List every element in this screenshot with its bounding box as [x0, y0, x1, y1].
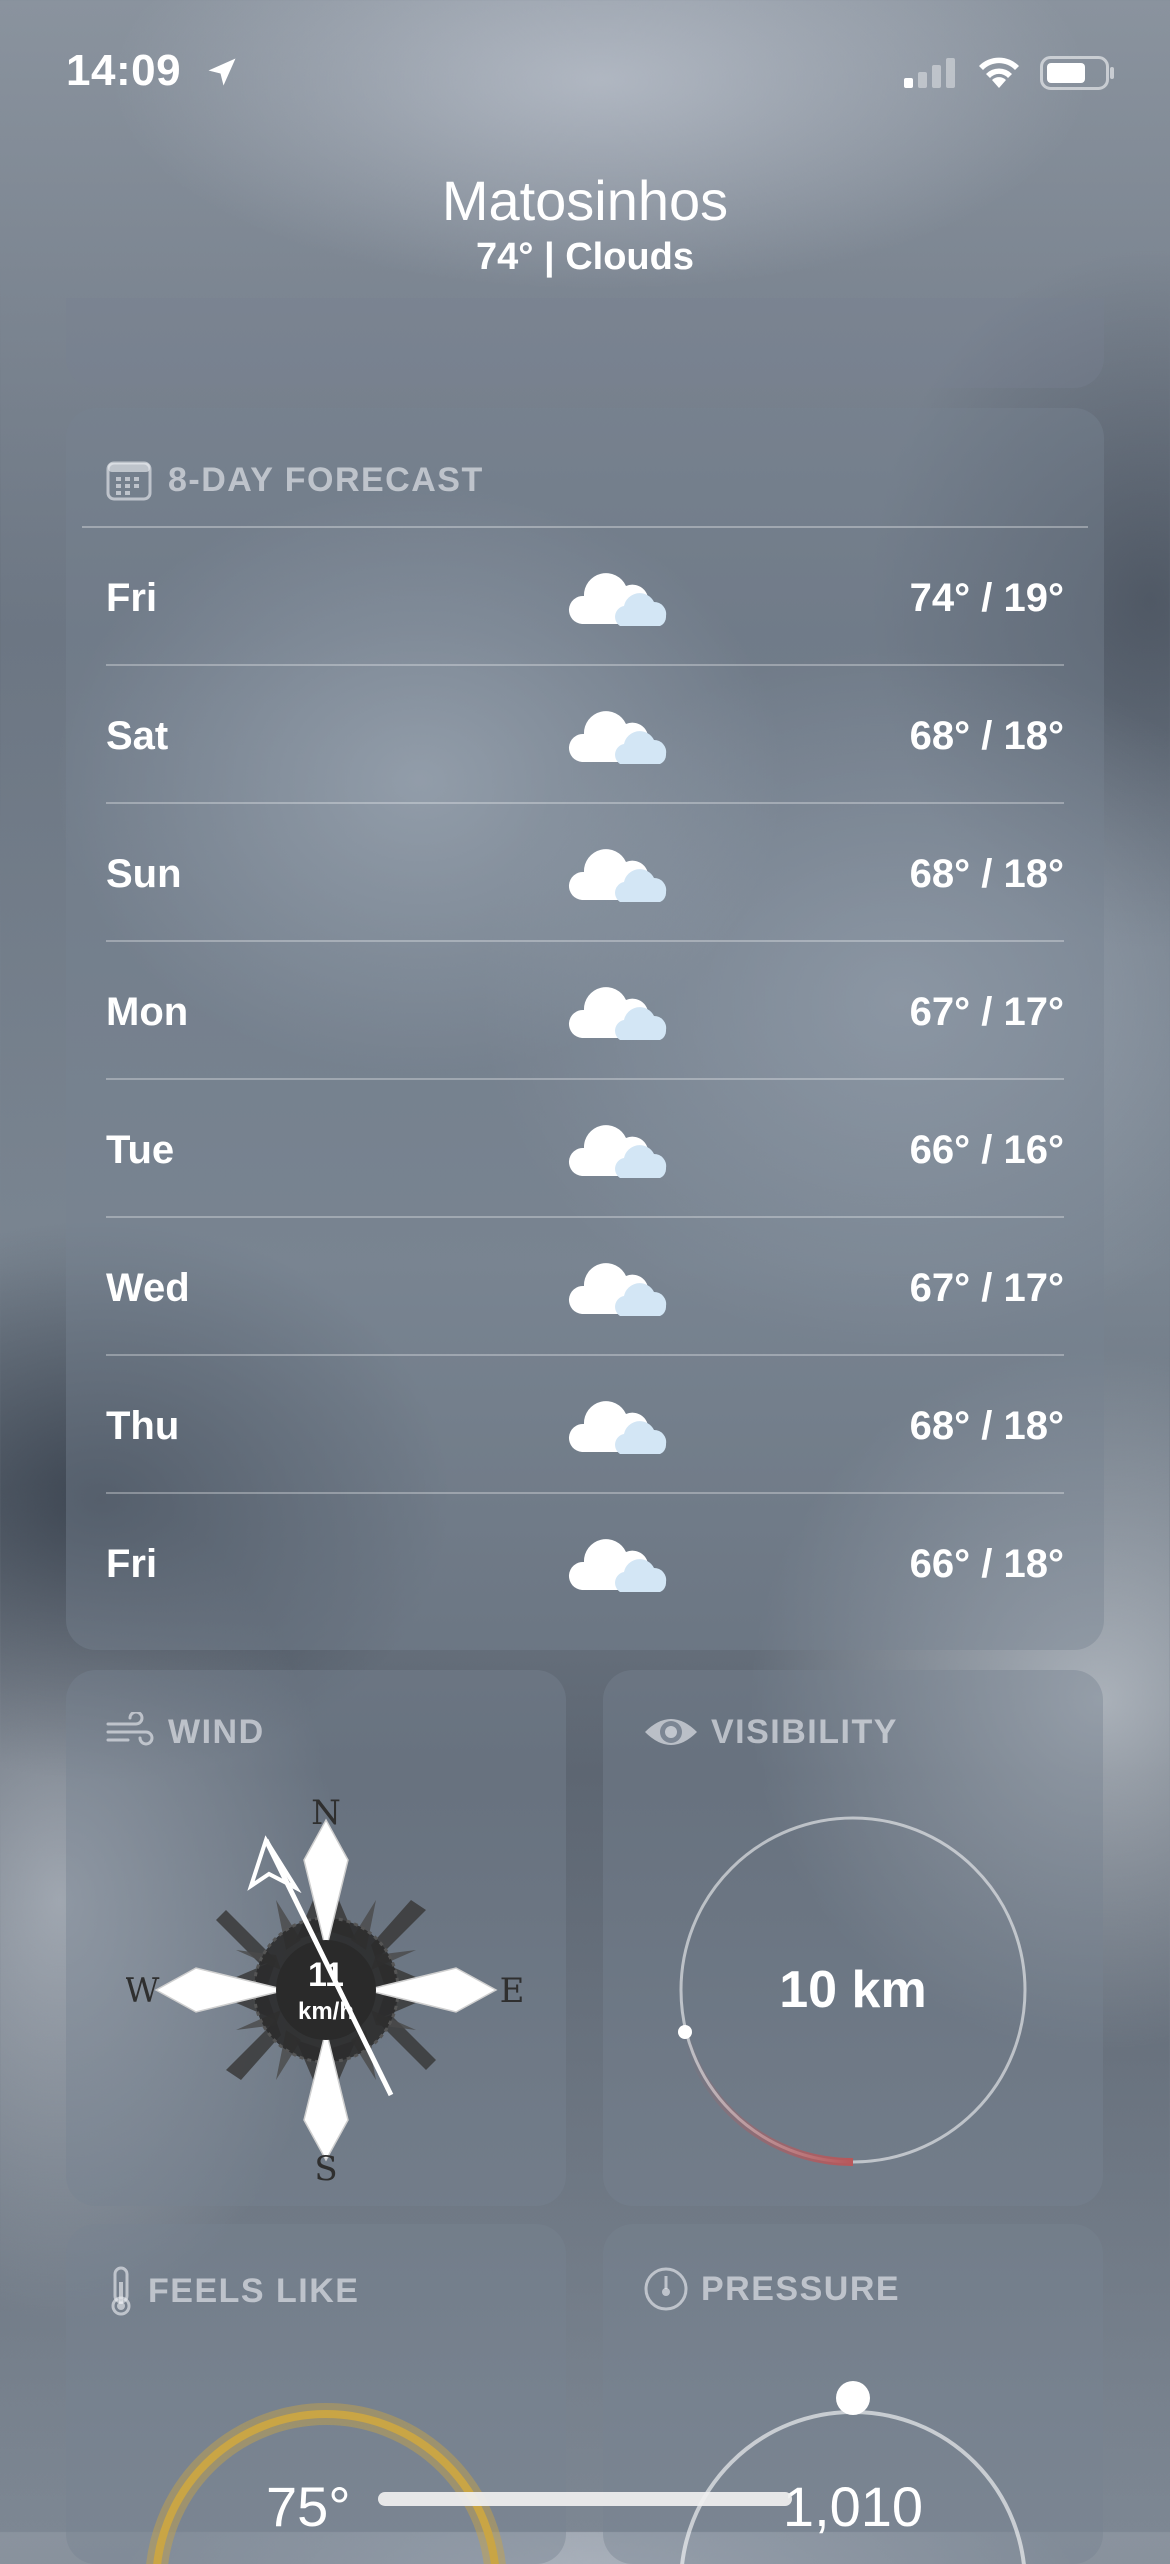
- forecast-day: Tue: [106, 1128, 175, 1172]
- cloud-icon: [568, 573, 667, 626]
- forecast-day: Thu: [106, 1404, 180, 1448]
- forecast-day: Wed: [106, 1266, 190, 1310]
- location-arrow-icon: [208, 58, 236, 86]
- weather-summary: 74° | Clouds: [476, 236, 694, 278]
- cloud-icon: [568, 1401, 667, 1454]
- forecast-day: Sun: [106, 852, 182, 896]
- divider: [82, 526, 1088, 528]
- forecast-temps: 68° / 18°: [909, 852, 1064, 896]
- forecast-temps: 66° / 18°: [909, 1542, 1064, 1586]
- home-indicator[interactable]: [378, 2492, 792, 2506]
- divider: [106, 1354, 1064, 1356]
- eye-icon: [645, 1719, 697, 1745]
- compass-s: S: [314, 2149, 337, 2189]
- forecast-row[interactable]: Wed 67° / 17°: [106, 1220, 1064, 1356]
- forecast-day: Sat: [106, 714, 169, 758]
- divider: [106, 664, 1064, 666]
- compass-w: W: [126, 1971, 160, 2011]
- forecast-header: 8-DAY FORECAST: [106, 450, 484, 510]
- visibility-card[interactable]: VISIBILITY 10 km: [603, 1670, 1103, 2206]
- forecast-temps: 67° / 17°: [909, 990, 1064, 1034]
- divider: [106, 1216, 1064, 1218]
- wind-unit: km/h: [297, 1998, 354, 2025]
- divider: [106, 1078, 1064, 1080]
- forecast-day: Mon: [106, 990, 189, 1034]
- forecast-row[interactable]: Sun 68° / 18°: [106, 806, 1064, 942]
- feels-like-value: 75°: [266, 2475, 351, 2538]
- visibility-header: VISIBILITY: [643, 1712, 898, 1752]
- forecast-row[interactable]: Thu 68° / 18°: [106, 1358, 1064, 1494]
- hourly-forecast-card[interactable]: [66, 298, 1104, 388]
- divider: [106, 802, 1064, 804]
- divider: [106, 1492, 1064, 1494]
- cloud-icon: [568, 1125, 667, 1178]
- pressure-header: PRESSURE: [643, 2266, 900, 2312]
- forecast-day: Fri: [106, 576, 158, 620]
- visibility-title: VISIBILITY: [711, 1712, 898, 1751]
- pressure-title: PRESSURE: [701, 2269, 901, 2308]
- forecast-row[interactable]: Sat 68° / 18°: [106, 668, 1064, 804]
- pressure-value: 1,010: [782, 2475, 924, 2538]
- visibility-value: 10 km: [779, 1961, 927, 2019]
- pressure-card[interactable]: PRESSURE 1,010: [603, 2224, 1103, 2564]
- forecast-temps: 66° / 16°: [909, 1128, 1064, 1172]
- cloud-icon: [568, 849, 667, 902]
- forecast-temps: 68° / 18°: [909, 1404, 1064, 1448]
- cloud-icon: [568, 1539, 667, 1592]
- wind-header: WIND: [106, 1712, 265, 1752]
- wind-card[interactable]: WIND N S E W 11 km/h: [66, 1670, 566, 2206]
- city-name: Matosinhos: [441, 169, 729, 232]
- divider: [106, 940, 1064, 942]
- wind-icon: [106, 1712, 154, 1746]
- compass-e: E: [500, 1971, 525, 2011]
- status-bar: 14:09: [0, 0, 1170, 150]
- feels-like-card[interactable]: FEELS LIKE 75°: [66, 2224, 566, 2564]
- battery-icon: [1040, 56, 1114, 90]
- forecast-temps: 74° / 19°: [909, 576, 1064, 620]
- wind-speed: 11: [308, 1956, 344, 1994]
- compass-n: N: [311, 1793, 341, 1833]
- wind-title: WIND: [168, 1712, 265, 1751]
- forecast-row[interactable]: Fri 74° / 19°: [106, 530, 1064, 666]
- cloud-icon: [568, 711, 667, 764]
- cloud-icon: [568, 987, 667, 1040]
- wifi-icon: [979, 57, 1019, 88]
- feels-like-header: FEELS LIKE: [106, 2266, 359, 2316]
- feels-like-title: FEELS LIKE: [148, 2271, 360, 2310]
- forecast-temps: 68° / 18°: [909, 714, 1064, 758]
- cloud-icon: [568, 1263, 667, 1316]
- gauge-icon: [644, 2267, 688, 2311]
- forecast-day: Fri: [106, 1542, 158, 1586]
- forecast-row[interactable]: Mon 67° / 17°: [106, 944, 1064, 1080]
- forecast-row[interactable]: Fri 66° / 18°: [106, 1496, 1064, 1632]
- thermometer-icon: [111, 2266, 131, 2316]
- calendar-icon: [106, 461, 152, 501]
- daily-forecast-card[interactable]: 8-DAY FORECAST Fri 74° / 19° Sat 68° / 18° S…: [66, 408, 1104, 1650]
- forecast-title: 8-DAY FORECAST: [168, 460, 484, 499]
- forecast-temps: 67° / 17°: [909, 1266, 1064, 1310]
- cellular-signal-icon: [904, 58, 955, 88]
- status-time: 14:09: [66, 46, 182, 95]
- forecast-row[interactable]: Tue 66° / 16°: [106, 1082, 1064, 1218]
